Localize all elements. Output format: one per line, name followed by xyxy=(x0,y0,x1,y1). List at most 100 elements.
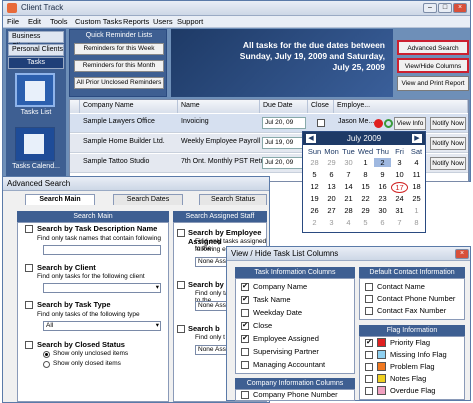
calendar-day[interactable]: 6 xyxy=(323,170,340,179)
calendar-day[interactable]: 24 xyxy=(391,194,408,203)
task-type-select[interactable]: All ▾ xyxy=(43,321,161,331)
staff-checkbox-3[interactable] xyxy=(177,325,185,333)
calendar-day[interactable]: 21 xyxy=(340,194,357,203)
column-checkbox[interactable] xyxy=(241,361,249,369)
view-info-button[interactable]: View Info xyxy=(394,117,426,130)
column-checkbox[interactable] xyxy=(365,283,373,291)
column-checkbox[interactable]: ✔ xyxy=(241,322,249,330)
tab-search-status[interactable]: Search Status xyxy=(199,194,267,205)
tasks-list-icon[interactable] xyxy=(15,73,55,107)
maximize-button[interactable]: □ xyxy=(438,3,452,13)
calendar-day[interactable]: 2 xyxy=(374,158,391,167)
client-select[interactable]: ▾ xyxy=(43,283,161,293)
column-checkbox[interactable]: ✔ xyxy=(241,296,249,304)
calendar-day[interactable]: 4 xyxy=(340,218,357,227)
close-dialog-button[interactable]: × xyxy=(455,249,469,259)
notify-now-button[interactable]: Notify Now xyxy=(430,137,466,150)
minimize-button[interactable]: – xyxy=(423,3,437,13)
calendar-day[interactable]: 11 xyxy=(408,170,425,179)
column-checkbox[interactable] xyxy=(365,363,373,371)
tab-search-main[interactable]: Search Main xyxy=(25,194,95,205)
row-due-date-picker[interactable]: Jul 20, 09 xyxy=(262,157,306,169)
notify-now-button[interactable]: Notify Now xyxy=(430,157,466,170)
calendar-day[interactable]: 8 xyxy=(408,218,425,227)
calendar-day[interactable]: 31 xyxy=(391,206,408,215)
column-checkbox[interactable] xyxy=(241,309,249,317)
column-checkbox[interactable] xyxy=(365,351,373,359)
refresh-icon[interactable] xyxy=(384,119,393,128)
calendar-day[interactable]: 8 xyxy=(357,170,374,179)
reminders-month-button[interactable]: Reminders for this Month xyxy=(74,60,164,72)
calendar-day[interactable]: 20 xyxy=(323,194,340,203)
column-checkbox[interactable] xyxy=(365,295,373,303)
view-hide-columns-button[interactable]: View/Hide Columns xyxy=(397,58,469,73)
calendar-day[interactable]: 1 xyxy=(408,206,425,215)
calendar-day[interactable]: 23 xyxy=(374,194,391,203)
unclosed-radio[interactable] xyxy=(43,351,50,358)
nav-tab-personal-clients[interactable]: Personal Clients xyxy=(8,44,64,56)
calendar-day[interactable]: 15 xyxy=(357,182,374,191)
close-window-button[interactable]: × xyxy=(453,3,467,13)
client-checkbox[interactable] xyxy=(25,264,33,272)
calendar-day[interactable]: 13 xyxy=(323,182,340,191)
grid-header-close[interactable]: Close xyxy=(308,100,334,113)
column-checkbox[interactable] xyxy=(241,391,249,399)
calendar-day[interactable]: 26 xyxy=(306,206,323,215)
calendar-day[interactable]: 10 xyxy=(391,170,408,179)
calendar-day[interactable]: 5 xyxy=(357,218,374,227)
calendar-day[interactable]: 22 xyxy=(357,194,374,203)
task-name-checkbox[interactable] xyxy=(25,225,33,233)
grid-header-name[interactable]: Name xyxy=(178,100,260,113)
menu-edit[interactable]: Edit xyxy=(28,17,41,26)
column-checkbox[interactable] xyxy=(241,348,249,356)
calendar-day[interactable]: 29 xyxy=(323,158,340,167)
calendar-day[interactable]: 19 xyxy=(306,194,323,203)
calendar-day[interactable]: 12 xyxy=(306,182,323,191)
reminders-week-button[interactable]: Reminders for this Week xyxy=(74,43,164,55)
tab-search-dates[interactable]: Search Dates xyxy=(113,194,183,205)
grid-header-employee[interactable]: Employe... xyxy=(334,100,468,113)
closed-radio[interactable] xyxy=(43,361,50,368)
column-checkbox[interactable]: ✔ xyxy=(241,283,249,291)
column-checkbox[interactable] xyxy=(365,375,373,383)
calendar-day[interactable]: 30 xyxy=(340,158,357,167)
row-due-date-picker[interactable]: Jul 19, 09 xyxy=(262,137,306,149)
calendar-day[interactable]: 9 xyxy=(374,170,391,179)
prev-month-icon[interactable]: ◀ xyxy=(306,134,316,143)
column-checkbox[interactable] xyxy=(365,307,373,315)
staff-checkbox-2[interactable] xyxy=(177,281,185,289)
column-checkbox[interactable]: ✔ xyxy=(241,335,249,343)
calendar-day[interactable]: 29 xyxy=(357,206,374,215)
calendar-day[interactable]: 18 xyxy=(408,182,425,191)
menu-users[interactable]: Users xyxy=(153,17,173,26)
calendar-day[interactable]: 5 xyxy=(306,170,323,179)
calendar-day[interactable]: 17 xyxy=(391,182,408,193)
calendar-day[interactable]: 25 xyxy=(408,194,425,203)
task-type-checkbox[interactable] xyxy=(25,301,33,309)
menu-tools[interactable]: Tools xyxy=(50,17,68,26)
column-checkbox[interactable] xyxy=(365,387,373,395)
row-due-date-picker[interactable]: Jul 20, 09 xyxy=(262,117,306,129)
grid-header-due-date[interactable]: Due Date xyxy=(260,100,308,113)
notify-now-button[interactable]: Notify Now xyxy=(430,117,466,130)
calendar-day[interactable]: 14 xyxy=(340,182,357,191)
nav-item-tasks-calendar[interactable]: Tasks Calend... xyxy=(6,163,66,170)
nav-item-tasks-list[interactable]: Tasks List xyxy=(6,109,66,116)
tasks-calendar-icon[interactable] xyxy=(15,127,55,161)
menu-file[interactable]: File xyxy=(7,17,19,26)
menu-custom-tasks[interactable]: Custom Tasks xyxy=(75,17,122,26)
calendar-day[interactable]: 4 xyxy=(408,158,425,167)
task-name-input[interactable] xyxy=(43,245,161,255)
closed-status-checkbox[interactable] xyxy=(25,341,33,349)
next-month-icon[interactable]: ▶ xyxy=(412,134,422,143)
menu-reports[interactable]: Reports xyxy=(123,17,149,26)
nav-tab-business-clients[interactable]: Business Clients xyxy=(8,31,64,50)
calendar-day[interactable]: 3 xyxy=(391,158,408,167)
calendar-day[interactable]: 27 xyxy=(323,206,340,215)
calendar-day[interactable]: 3 xyxy=(323,218,340,227)
column-checkbox[interactable]: ✔ xyxy=(365,339,373,347)
calendar-day[interactable]: 1 xyxy=(357,158,374,167)
grid-header-company[interactable]: Company Name xyxy=(80,100,178,113)
calendar-day[interactable]: 28 xyxy=(340,206,357,215)
menu-support[interactable]: Support xyxy=(177,17,203,26)
